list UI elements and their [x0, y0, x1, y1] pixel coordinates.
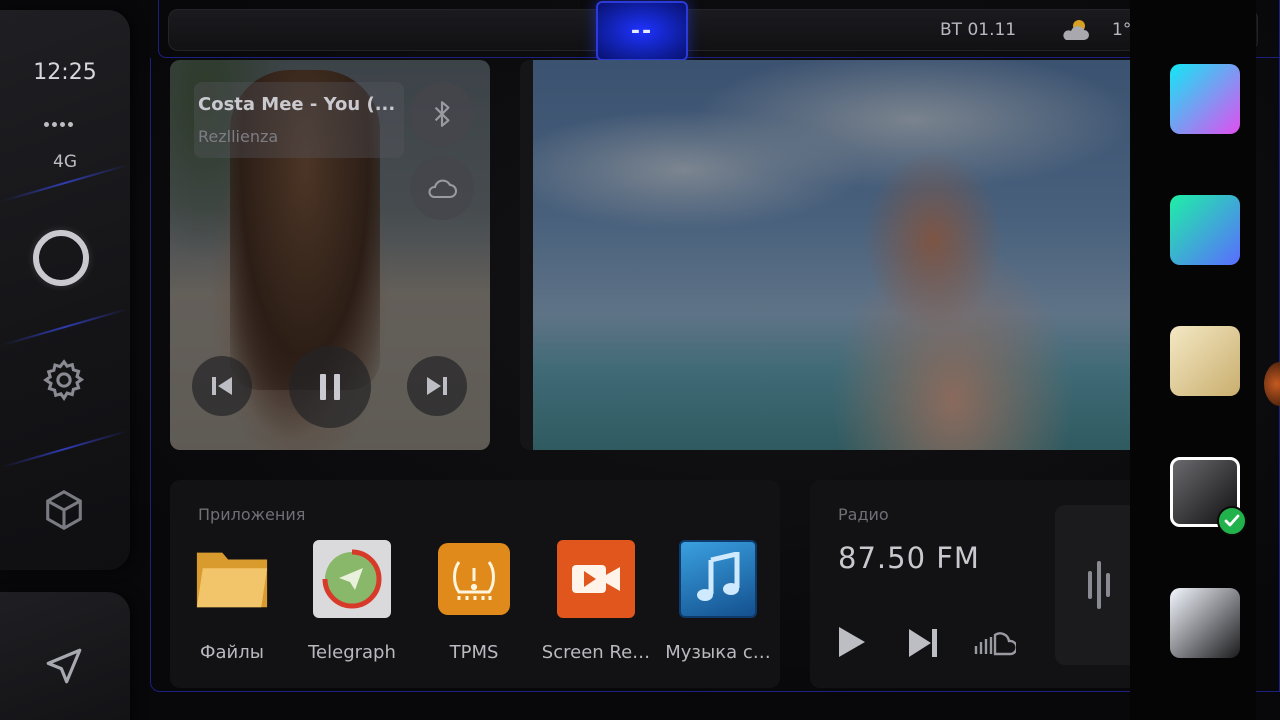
theme-swatch[interactable]	[1170, 195, 1240, 265]
previous-track-button[interactable]	[192, 356, 252, 416]
car-launcher-screen: 12:25 4G -- ВТ 01.11 1° Costa Mee - You …	[0, 0, 1280, 720]
video-player-card[interactable]	[520, 60, 1140, 450]
theme-swatch[interactable]	[1170, 326, 1240, 396]
radio-section-label: Радио	[838, 505, 889, 524]
track-artist: Rezllienza	[198, 127, 279, 146]
skip-next-icon	[909, 629, 937, 657]
track-title: Costa Mee - You (...	[198, 94, 396, 115]
app-label: TPMS	[449, 642, 499, 663]
radio-next-button[interactable]	[906, 626, 940, 664]
selected-check-icon	[1217, 506, 1247, 536]
tpms-icon	[438, 543, 510, 615]
navigation-icon-wrap	[40, 642, 88, 690]
date: ВТ 01.11	[940, 20, 1017, 40]
radio-wave-panel	[1055, 505, 1161, 665]
theme-swatch[interactable]	[1170, 588, 1240, 658]
voice-assistant-button[interactable]	[33, 230, 89, 286]
settings-button[interactable]	[40, 356, 88, 404]
music-player-card[interactable]: Costa Mee - You (... Rezllienza	[170, 60, 490, 450]
radio-frequency: 87.50 FM	[838, 541, 980, 575]
navigation-button[interactable]	[0, 592, 130, 720]
app-telegraph[interactable]: Telegraph	[292, 540, 412, 663]
skip-next-icon	[427, 377, 447, 395]
telegraph-icon	[313, 540, 391, 618]
center-status-button[interactable]: --	[596, 1, 688, 61]
network-type: 4G	[53, 152, 77, 172]
apps-section-label: Приложения	[198, 505, 306, 524]
temperature: 1°	[1112, 20, 1132, 40]
app-label: Telegraph	[308, 642, 396, 663]
app-screen-recorder[interactable]: Screen Re…	[536, 540, 656, 663]
skip-previous-icon	[212, 377, 232, 395]
sound-wave-icon	[1088, 548, 1161, 622]
left-rail: 12:25 4G	[0, 10, 130, 570]
music-note-icon	[679, 540, 757, 618]
folder-icon	[193, 540, 271, 618]
bluetooth-icon	[434, 101, 450, 127]
radio-play-button[interactable]	[836, 624, 868, 664]
next-track-button[interactable]	[407, 356, 467, 416]
bluetooth-button[interactable]	[410, 82, 474, 146]
cloud-button[interactable]	[410, 156, 474, 220]
play-icon	[839, 627, 865, 657]
app-tpms[interactable]: TPMS	[414, 540, 534, 663]
gear-icon	[43, 359, 85, 402]
radio-source-button[interactable]	[974, 630, 1018, 660]
clock: 12:25	[33, 60, 97, 85]
app-files[interactable]: Файлы	[172, 540, 292, 663]
app-music[interactable]: Музыка с…	[658, 540, 778, 663]
app-label: Screen Re…	[541, 642, 651, 663]
cloud-icon	[428, 179, 457, 198]
status-bar	[168, 9, 1258, 51]
apps-3d-button[interactable]	[40, 486, 88, 534]
navigation-arrow-icon	[46, 648, 82, 684]
theme-swatch[interactable]	[1170, 64, 1240, 134]
rail-divider	[2, 430, 128, 468]
center-status-label: --	[630, 18, 654, 44]
soundcloud-icon	[974, 632, 1018, 656]
cube-icon	[46, 490, 82, 530]
app-label: Файлы	[200, 642, 264, 663]
app-label: Музыка с…	[665, 642, 771, 663]
play-pause-button[interactable]	[289, 346, 371, 428]
signal-strength-icon	[44, 122, 73, 127]
partly-cloudy-icon	[1063, 20, 1089, 40]
video-frame	[533, 60, 1130, 450]
screen-recorder-icon	[557, 540, 635, 618]
rail-divider	[2, 308, 128, 346]
pause-icon	[320, 374, 340, 400]
